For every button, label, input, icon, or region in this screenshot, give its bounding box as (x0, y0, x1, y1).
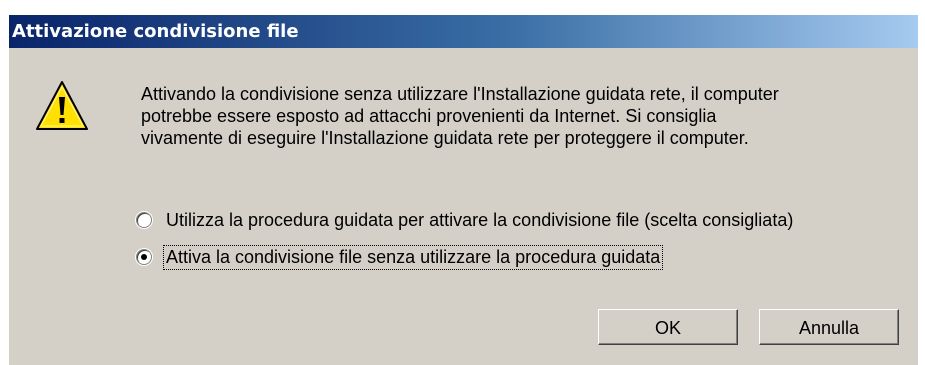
warning-message: Attivando la condivisione senza utilizza… (141, 83, 901, 149)
option-use-wizard[interactable]: Utilizza la procedura guidata per attiva… (136, 206, 795, 234)
radio-use-wizard[interactable] (136, 212, 152, 228)
option-enable-without-wizard-label[interactable]: Attiva la condivisione file senza utiliz… (162, 244, 664, 270)
option-use-wizard-label[interactable]: Utilizza la procedura guidata per attiva… (164, 209, 795, 232)
radio-selected-dot (141, 254, 147, 260)
radio-enable-without-wizard[interactable] (136, 249, 152, 265)
ok-button[interactable]: OK (598, 309, 738, 345)
sharing-options: Utilizza la procedura guidata per attiva… (136, 206, 795, 280)
option-enable-without-wizard[interactable]: Attiva la condivisione file senza utiliz… (136, 243, 795, 271)
warning-icon (36, 81, 88, 130)
window-title: Attivazione condivisione file (12, 21, 299, 42)
message-line: Attivando la condivisione senza utilizza… (141, 84, 779, 104)
message-line: vivamente di eseguire l'Installazione gu… (141, 128, 749, 148)
cancel-button[interactable]: Annulla (759, 309, 899, 345)
title-bar[interactable]: Attivazione condivisione file (9, 15, 918, 48)
message-line: potrebbe essere esposto ad attacchi prov… (141, 106, 717, 126)
dialog-window: Attivazione condivisione file Attivando … (8, 14, 918, 365)
